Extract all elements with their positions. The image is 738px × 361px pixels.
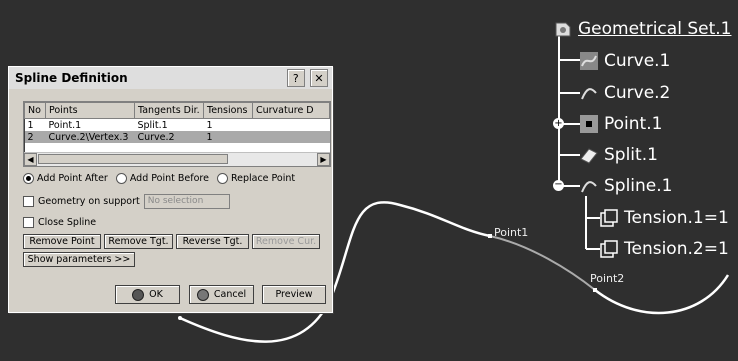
column-header[interactable]: Curvature D	[252, 102, 330, 119]
tree-item-split1[interactable]: Split.1	[578, 144, 658, 166]
cell: Curve.2\Vertex.3	[45, 131, 135, 143]
add-after-label: Add Point After	[37, 173, 108, 184]
cancel-label: Cancel	[213, 289, 247, 300]
remove-cur-button[interactable]: Remove Cur.	[252, 234, 320, 249]
tree-item-point1[interactable]: Point.1	[578, 113, 662, 135]
help-button[interactable]: ?	[286, 69, 305, 87]
column-header[interactable]: No	[24, 102, 46, 119]
cancel-icon	[196, 288, 209, 301]
cell	[253, 119, 330, 132]
tree-item-curve1[interactable]: Curve.1	[578, 50, 670, 72]
tree-item-label: Point.1	[604, 114, 663, 134]
tree-item-label: Curve.2	[604, 83, 671, 103]
expand-icon[interactable]: +	[553, 118, 564, 129]
ok-label: OK	[149, 289, 163, 300]
spline-icon	[578, 175, 600, 197]
column-header[interactable]: Points	[45, 102, 135, 119]
add-after-radio[interactable]	[23, 173, 34, 184]
close-button[interactable]: ✕	[310, 69, 328, 87]
ok-icon	[132, 288, 145, 301]
cell: 1	[27, 119, 34, 131]
point-icon	[578, 113, 600, 135]
support-field[interactable]: No selection	[143, 194, 230, 209]
scroll-thumb[interactable]	[38, 154, 228, 164]
cell: Curve.2	[134, 131, 204, 143]
cancel-button[interactable]: Cancel	[189, 285, 254, 304]
horizontal-scrollbar[interactable]: ◀ ▶	[24, 152, 330, 166]
close-spline-checkbox[interactable]	[23, 217, 34, 228]
tension-icon	[598, 207, 620, 229]
column-header[interactable]: Tangents Dir.	[134, 102, 204, 119]
cell	[252, 131, 330, 143]
table-row[interactable]: 1 Point.1 Split.1 1	[25, 119, 330, 132]
collapse-icon[interactable]: −	[553, 180, 564, 191]
points-list[interactable]: No Points Tangents Dir. Tensions Curvatu…	[23, 101, 331, 167]
show-parameters-button[interactable]: Show parameters >>	[23, 252, 135, 267]
point2-label: Point2	[590, 272, 625, 285]
tree-root[interactable]: Geometrical Set.1	[552, 18, 731, 40]
tree-item-label: Curve.1	[604, 51, 671, 71]
dialog-title: Spline Definition	[15, 71, 128, 85]
tree-item-tension2[interactable]: Tension.2=1	[598, 238, 729, 260]
tree-item-spline1[interactable]: Spline.1	[578, 175, 672, 197]
tree-item-curve2[interactable]: Curve.2	[578, 82, 670, 104]
geometrical-set-icon	[552, 18, 574, 40]
ok-button[interactable]: OK	[115, 285, 180, 304]
remove-point-button[interactable]: Remove Point	[23, 234, 101, 249]
tree-item-label: Tension.1=1	[624, 208, 729, 228]
replace-radio[interactable]	[216, 173, 228, 184]
add-before-radio[interactable]	[115, 173, 127, 184]
add-before-label: Add Point Before	[129, 173, 209, 184]
spline-definition-dialog: Spline Definition ? ✕ No Points Tangents…	[8, 66, 333, 313]
tension-icon	[598, 238, 620, 260]
curve-icon	[578, 82, 600, 104]
cell: Point.1	[48, 119, 82, 131]
reverse-tgt-button[interactable]: Reverse Tgt.	[176, 234, 249, 249]
remove-tgt-button[interactable]: Remove Tgt.	[104, 234, 173, 249]
close-spline-label: Close Spline	[38, 217, 97, 228]
dialog-titlebar[interactable]: Spline Definition ? ✕	[9, 67, 332, 89]
tree-item-label: Spline.1	[604, 176, 673, 196]
tree-item-label: Split.1	[604, 145, 658, 165]
cell: 2	[24, 131, 46, 143]
scroll-right-icon[interactable]: ▶	[317, 153, 330, 166]
scroll-left-icon[interactable]: ◀	[24, 153, 37, 166]
tree-item-label: Tension.2=1	[624, 239, 729, 259]
cell: 1	[203, 131, 253, 143]
tree-item-tension1[interactable]: Tension.1=1	[598, 207, 729, 229]
replace-label: Replace Point	[230, 173, 296, 184]
column-header[interactable]: Tensions	[203, 102, 253, 119]
geometry-on-support-checkbox[interactable]	[23, 196, 34, 207]
table-row-selected[interactable]: 2 Curve.2\Vertex.3 Curve.2 1	[24, 131, 330, 143]
curve-icon	[578, 50, 600, 72]
cell: 1	[206, 119, 213, 131]
split-icon	[578, 144, 600, 166]
point1-label: Point1	[494, 226, 529, 239]
preview-button[interactable]: Preview	[262, 285, 326, 304]
geometry-on-support-label: Geometry on support	[38, 196, 140, 207]
tree-root-label: Geometrical Set.1	[578, 19, 732, 39]
cell: Split.1	[137, 119, 168, 131]
